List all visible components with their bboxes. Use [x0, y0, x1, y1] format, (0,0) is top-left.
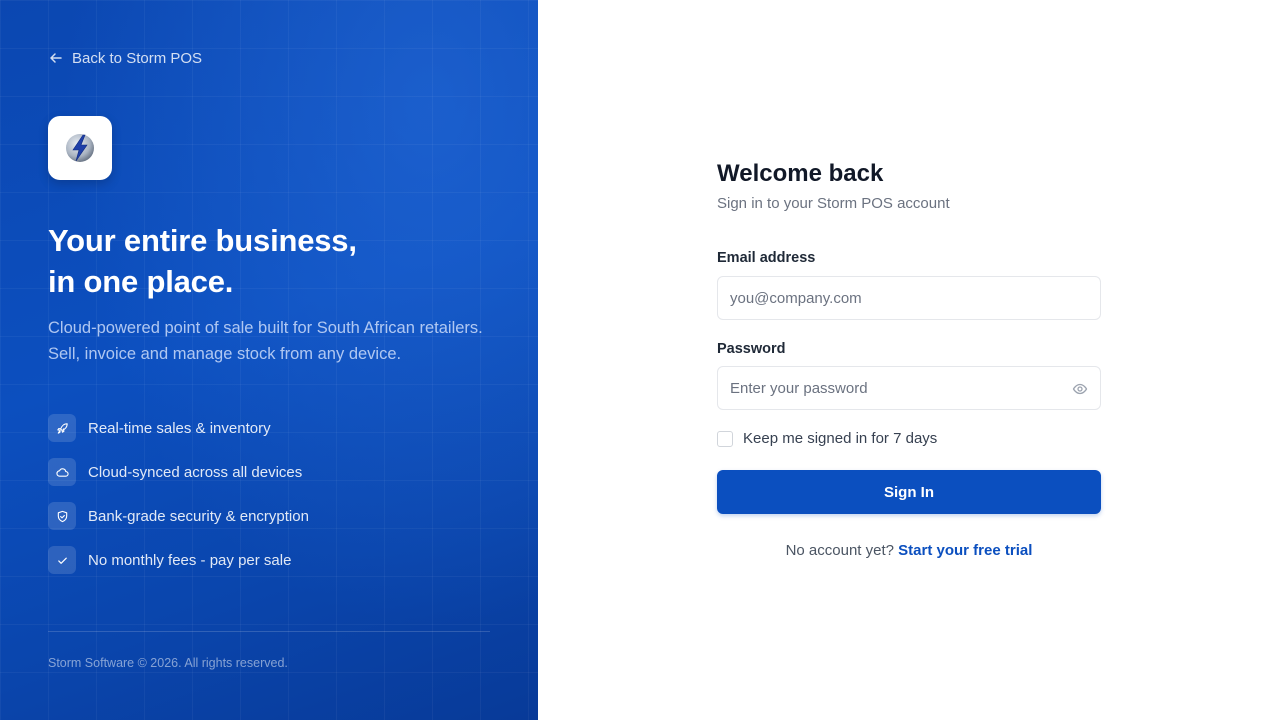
password-label: Password [717, 341, 786, 357]
check-icon [57, 557, 67, 564]
headline: Your entire business, in one place. [48, 220, 357, 302]
lightning-logo-icon [66, 134, 94, 162]
feature-list: Real-time sales & inventory Cloud-synced… [48, 406, 309, 582]
signup-prompt: No account yet? Start your free trial [717, 542, 1101, 559]
page-subtitle: Sign in to your Storm POS account [717, 195, 950, 212]
free-trial-link[interactable]: Start your free trial [898, 542, 1032, 559]
sign-in-form: Welcome back Sign in to your Storm POS a… [717, 158, 1101, 559]
shield-check-icon [57, 510, 67, 522]
headline-line-2: in one place. [48, 264, 234, 299]
remember-me-checkbox[interactable] [717, 430, 733, 447]
feature-label: Cloud-synced across all devices [88, 463, 303, 481]
arrow-left-icon [50, 53, 62, 63]
feature-label: Real-time sales & inventory [88, 419, 271, 437]
show-password-eye-icon[interactable] [1072, 381, 1088, 397]
back-link[interactable]: Back to Storm POS [48, 48, 202, 68]
password-field-wrapper [717, 366, 1101, 410]
no-account-text: No account yet? [785, 542, 894, 559]
remember-me-row: Keep me signed in for 7 days [717, 430, 937, 447]
password-field[interactable] [718, 367, 1100, 409]
feature-item: Cloud-synced across all devices [48, 450, 309, 494]
feature-item: Bank-grade security & encryption [48, 494, 309, 538]
feature-item: Real-time sales & inventory [48, 406, 309, 450]
email-field[interactable] [718, 277, 1100, 319]
email-label: Email address [717, 250, 816, 266]
copyright-text: Storm Software © 2026. All rights reserv… [48, 656, 288, 670]
page-title: Welcome back [717, 160, 884, 187]
headline-line-1: Your entire business, [48, 223, 357, 258]
brand-panel: Back to Storm POS Your entire business, … [0, 0, 538, 720]
brand-description: Cloud-powered point of sale built for So… [48, 319, 483, 363]
feature-label: No monthly fees - pay per sale [88, 551, 292, 569]
email-field-wrapper [717, 276, 1101, 320]
cloud-icon [55, 467, 69, 477]
back-link-label: Back to Storm POS [72, 49, 203, 67]
rocket-icon [56, 422, 68, 434]
sign-in-button[interactable]: Sign In [717, 470, 1101, 514]
feature-label: Bank-grade security & encryption [88, 507, 309, 525]
storm-logo [48, 116, 112, 180]
feature-item: No monthly fees - pay per sale [48, 538, 309, 582]
footer-divider [48, 631, 490, 632]
remember-me-label[interactable]: Keep me signed in for 7 days [743, 430, 937, 447]
